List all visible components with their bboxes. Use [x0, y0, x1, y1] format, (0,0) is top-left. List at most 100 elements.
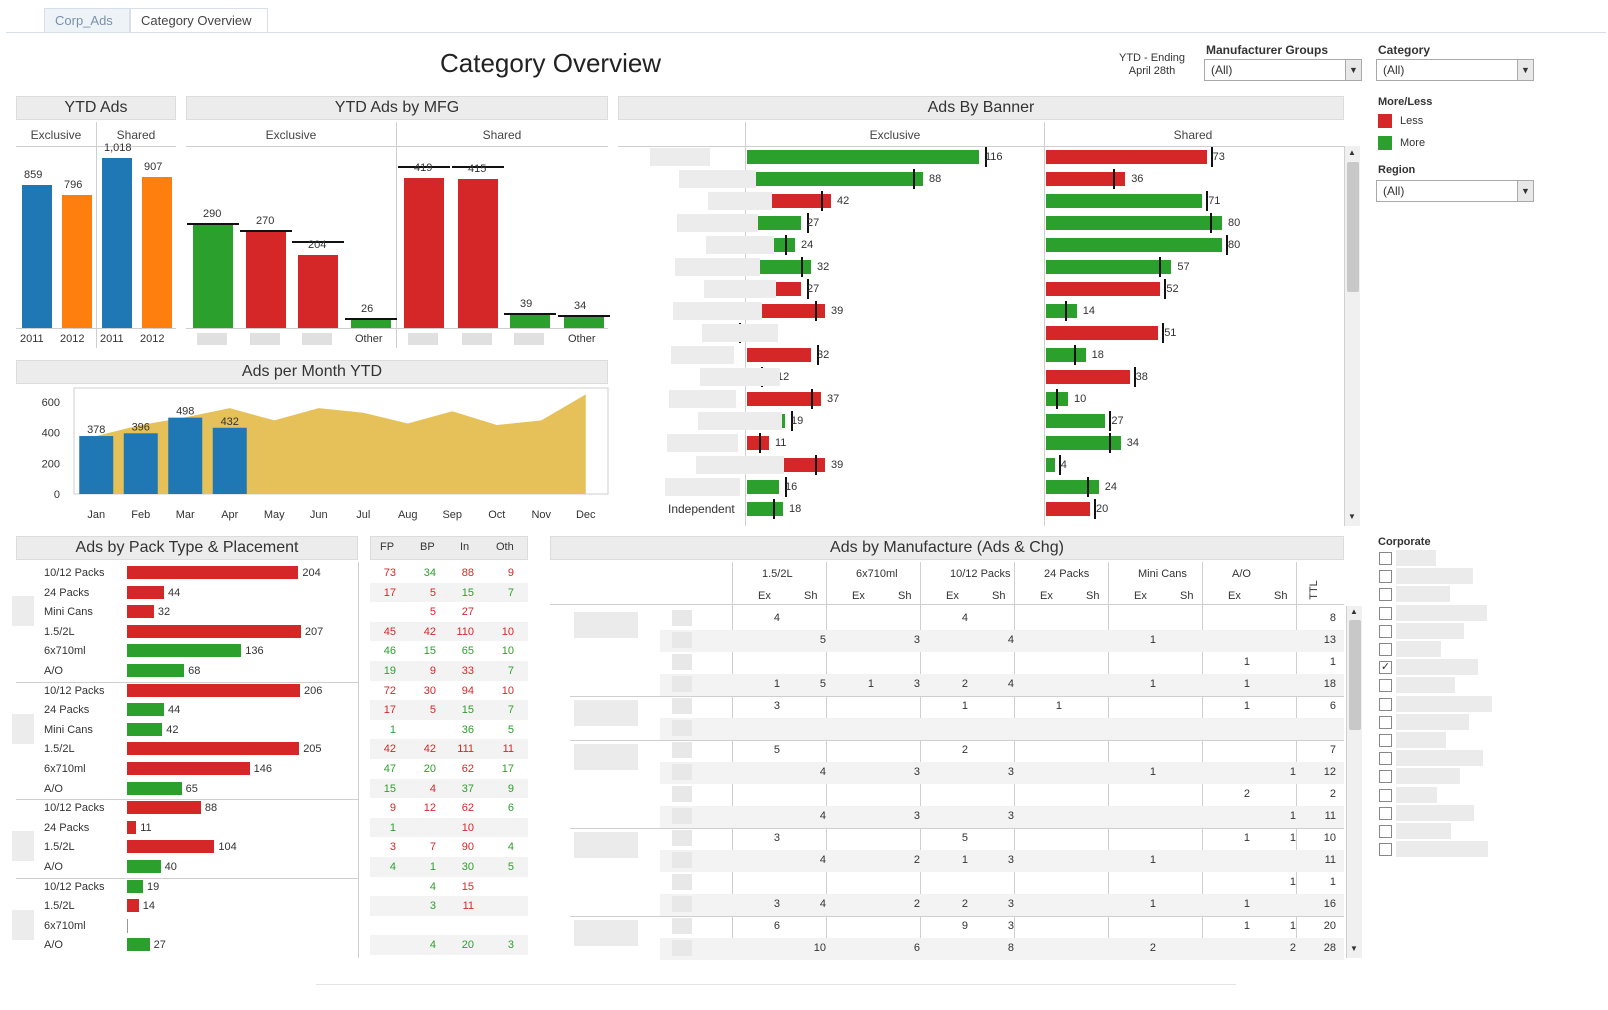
corporate-name-redacted: [1396, 641, 1441, 657]
corporate-checkbox[interactable]: [1379, 624, 1392, 638]
corporate-checkbox[interactable]: [1379, 825, 1392, 838]
corporate-checkbox[interactable]: [1379, 679, 1392, 693]
corporate-checkbox[interactable]: [1379, 770, 1392, 784]
chevron-down-icon[interactable]: ▼: [1517, 181, 1533, 201]
ytd-mfg-header: YTD Ads by MFG: [186, 96, 608, 120]
mfg-groups-select[interactable]: (All) ▼: [1204, 59, 1362, 81]
banner-scrollbar[interactable]: ▲ ▼: [1344, 146, 1360, 526]
chevron-down-icon[interactable]: ▼: [1517, 60, 1533, 80]
manufacture-cell: 1: [1243, 898, 1250, 910]
scroll-up-icon[interactable]: ▲: [1350, 607, 1358, 616]
pack-type-value: 27: [153, 939, 166, 952]
manufacture-cell: 12: [1323, 766, 1336, 778]
corporate-checkbox[interactable]: [1379, 806, 1392, 820]
manufacture-cell: 1: [1149, 898, 1156, 910]
corporate-checkbox[interactable]: [1379, 697, 1392, 711]
pack-type-header: Ads by Pack Type & Placement: [16, 536, 358, 560]
manufacture-cell: 1: [1243, 920, 1250, 932]
mfg-name-redacted: [462, 333, 492, 345]
manufacture-cell: 1: [1289, 920, 1296, 932]
pack-type-value: 14: [142, 900, 155, 913]
corporate-checkbox[interactable]: [1379, 606, 1392, 620]
divider: [358, 562, 359, 958]
manufacture-cell: 1: [1149, 678, 1156, 690]
chevron-down-icon[interactable]: ▼: [1345, 60, 1361, 80]
scroll-up-icon[interactable]: ▲: [1348, 148, 1356, 157]
manufacture-scrollbar[interactable]: ▲ ▼: [1346, 606, 1362, 958]
banner-shared-bar: [1046, 480, 1099, 494]
scrollbar-thumb[interactable]: [1347, 162, 1359, 292]
placement-cell: 88: [461, 567, 474, 579]
corporate-name-redacted: [1396, 823, 1451, 839]
corporate-checkbox[interactable]: [1379, 552, 1392, 565]
scroll-down-icon[interactable]: ▼: [1350, 944, 1358, 953]
banner-name-redacted: [673, 302, 762, 320]
manufacturer-name-redacted: [574, 744, 638, 770]
manufacture-sub-sh: Sh: [1180, 590, 1194, 602]
pack-type-bar: [127, 801, 201, 815]
corporate-checkbox[interactable]: [1379, 715, 1392, 729]
corporate-checkbox[interactable]: [1379, 752, 1392, 766]
manufacture-cell: 7: [1329, 744, 1336, 756]
product-name-redacted: [672, 852, 692, 868]
region-select[interactable]: (All) ▼: [1376, 180, 1534, 202]
pack-type-bar: [127, 566, 299, 579]
manufacture-cell: 5: [819, 634, 826, 646]
corporate-name-redacted: [1396, 550, 1436, 566]
placement-cell: 17: [501, 763, 514, 775]
placement-cell: 4: [507, 841, 514, 854]
pack-type-value: 207: [304, 625, 324, 638]
banner-target-mark: [1113, 169, 1116, 189]
pack-type-value: 136: [245, 645, 264, 658]
month-label: Apr: [221, 509, 238, 521]
manufacture-sub-sh: Sh: [898, 590, 912, 602]
banner-shared-bar: [1046, 150, 1207, 164]
pack-type-label: 6x710ml: [44, 919, 86, 932]
placement-col-fp: FP: [380, 541, 395, 553]
banner-exclusive-label: 39: [831, 459, 844, 471]
corporate-checkbox[interactable]: ✓: [1379, 661, 1392, 675]
legend-less-label: Less: [1400, 115, 1424, 127]
banner-exclusive-bar: [747, 150, 979, 164]
divider: [96, 122, 97, 348]
manufacture-cell: 2: [913, 898, 920, 910]
banner-exclusive-label: 88: [929, 173, 942, 185]
ytd-note-line2: April 28th: [1128, 65, 1176, 77]
manufacture-cell: 5: [961, 832, 968, 844]
mfg-reference-line: [558, 314, 610, 317]
banner-shared-bar: [1046, 458, 1055, 472]
placement-cell: 17: [383, 704, 396, 717]
scrollbar-thumb[interactable]: [1349, 620, 1361, 730]
corporate-checkbox[interactable]: [1379, 788, 1392, 802]
corporate-checkbox[interactable]: [1379, 843, 1392, 857]
pack-type-label: 1.5/2L: [44, 625, 75, 638]
placement-cell: 5: [429, 606, 436, 619]
manufacture-cell: 13: [1323, 634, 1336, 646]
scroll-down-icon[interactable]: ▼: [1348, 512, 1356, 521]
product-name-redacted: [672, 940, 692, 956]
ytd-ads-year-label: 2012: [60, 333, 85, 345]
tab-category-overview[interactable]: Category Overview: [130, 8, 268, 32]
category-select[interactable]: (All) ▼: [1376, 59, 1534, 81]
group-divider: [570, 740, 1344, 741]
pack-type-bar: [127, 585, 164, 599]
manufacture-cell: 4: [1007, 678, 1014, 690]
region-name-redacted: [12, 831, 34, 862]
banner-target-mark: [913, 169, 915, 189]
corporate-checkbox[interactable]: [1379, 570, 1392, 584]
manufacture-cell: 20: [1323, 920, 1336, 932]
banner-exclusive-label: 37: [827, 393, 840, 405]
corporate-checkbox[interactable]: [1379, 734, 1392, 747]
manufacture-cell: 3: [913, 678, 920, 690]
banner-exclusive-bar: [747, 172, 923, 186]
placement-cell: 4: [429, 939, 436, 952]
corporate-checkbox[interactable]: [1379, 588, 1392, 602]
banner-shared-bar: [1046, 304, 1077, 318]
ytd-ads-header: YTD Ads: [16, 96, 176, 120]
placement-cell: 72: [383, 684, 396, 697]
tab-corp-ads[interactable]: Corp_Ads: [44, 8, 130, 32]
pack-type-value: 42: [166, 723, 179, 736]
corporate-checkbox[interactable]: [1379, 643, 1392, 656]
manufacture-cell: 1: [1243, 700, 1250, 712]
placement-cell: 15: [461, 586, 474, 599]
